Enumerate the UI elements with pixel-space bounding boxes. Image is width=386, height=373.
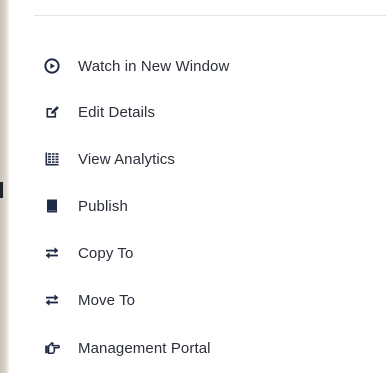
menu-item-management-portal[interactable]: Management Portal [34, 333, 211, 363]
menu-item-watch-in-new-window[interactable]: Watch in New Window [34, 51, 229, 81]
menu-item-label: Management Portal [78, 339, 211, 357]
menu-divider [34, 15, 386, 16]
actions-menu: Watch in New Window Edit Details View An… [34, 0, 386, 373]
menu-item-move-to[interactable]: Move To [34, 285, 135, 315]
menu-item-label: Move To [78, 291, 136, 309]
menu-item-label: Publish [78, 197, 128, 215]
menu-item-label: View Analytics [78, 150, 176, 168]
edge-marker [0, 182, 3, 198]
menu-item-edit-details[interactable]: Edit Details [34, 97, 155, 127]
portal-icon [44, 340, 60, 356]
menu-item-label: Edit Details [78, 103, 156, 121]
menu-item-view-analytics[interactable]: View Analytics [34, 144, 175, 174]
context-menu-panel: Watch in New Window Edit Details View An… [0, 0, 386, 373]
analytics-icon [44, 151, 60, 167]
play-circle-icon [44, 58, 60, 74]
publish-icon [44, 198, 60, 214]
menu-item-publish[interactable]: Publish [34, 191, 128, 221]
menu-item-label: Copy To [78, 244, 134, 262]
transfer-icon [44, 245, 60, 261]
edit-icon [44, 104, 60, 120]
menu-item-label: Watch in New Window [78, 57, 230, 75]
menu-item-copy-to[interactable]: Copy To [34, 238, 133, 268]
transfer-icon [44, 292, 60, 308]
